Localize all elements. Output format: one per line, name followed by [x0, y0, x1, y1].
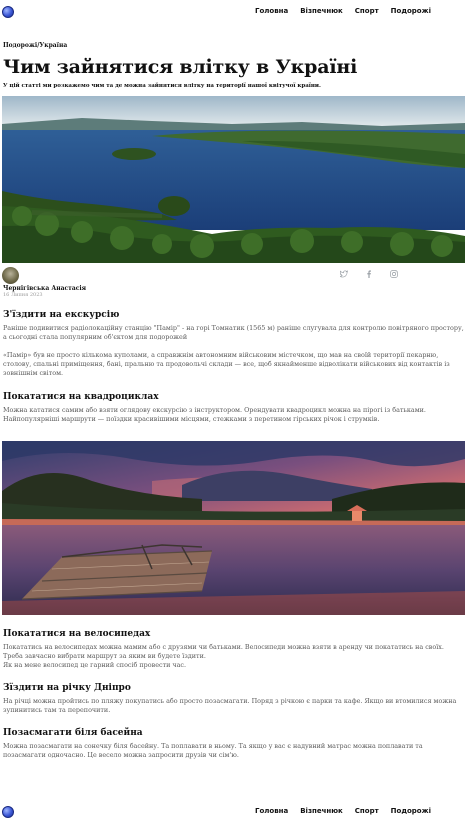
twitter-icon[interactable] [339, 270, 348, 278]
section-paragraph: Можна кататися самим або взяти оглядову … [3, 406, 426, 423]
section-paragraph: Раніше подивитися радіолокаційну станцію… [3, 324, 464, 341]
facebook-icon[interactable] [365, 270, 373, 278]
logo-icon[interactable] [2, 806, 14, 818]
publish-date: 16 Липня 2023 [3, 292, 43, 298]
author-info: Чернігівська Анастасія 16 Липня 2023 [2, 266, 465, 300]
hero-image-lake [2, 96, 465, 263]
section-paragraph: На річці можна пройтись по пляжу покупат… [3, 697, 457, 714]
section-heading-excursion: З'їздити на екскурсію [3, 310, 120, 320]
page-title: Чим зайнятися влітку в Україні [3, 56, 358, 78]
section-paragraph: Як на мене велосипед це гарний спосіб пр… [3, 661, 187, 669]
bottom-navbar: Головна Візпечнюк Спорт Подорожі [0, 801, 469, 820]
nav-link-home[interactable]: Головна [255, 7, 288, 15]
nav-link-sport[interactable]: Спорт [355, 7, 379, 15]
nav-link-home[interactable]: Головна [255, 807, 288, 815]
social-icons [339, 270, 398, 278]
logo-icon[interactable] [2, 6, 14, 18]
section-paragraph: Можна позасмагати на сонечку біля басейн… [3, 742, 423, 759]
avatar [2, 267, 19, 284]
section-paragraph: Покататись на велосипедах можна мамим аб… [3, 643, 444, 660]
nav-links: Головна Візпечнюк Спорт Подорожі [255, 807, 431, 815]
section-paragraph: «Памір» був не просто кількома куполами,… [3, 351, 450, 377]
author-name[interactable]: Чернігівська Анастасія [3, 285, 86, 292]
nav-links: Головна Візпечнюк Спорт Подорожі [255, 7, 431, 15]
image-sunset-lake [2, 441, 465, 615]
nav-link-travel[interactable]: Подорожі [391, 807, 431, 815]
page-subtitle: У цій статті ми розкажемо чим та де можн… [3, 83, 321, 89]
nav-link-travel[interactable]: Подорожі [391, 7, 431, 15]
nav-link-visual[interactable]: Візпечнюк [300, 807, 343, 815]
nav-link-sport[interactable]: Спорт [355, 807, 379, 815]
section-heading-quad: Покататися на квадроциклах [3, 392, 159, 402]
section-heading-dnipro: Зїздити на річку Дніпро [3, 683, 131, 693]
breadcrumb[interactable]: Подорожі/Україна [3, 42, 67, 49]
top-navbar: Головна Візпечнюк Спорт Подорожі [0, 1, 469, 23]
section-heading-pool: Позасмагати біля басейна [3, 728, 143, 738]
section-heading-bikes: Покататися на велосипедах [3, 629, 151, 639]
nav-link-visual[interactable]: Візпечнюк [300, 7, 343, 15]
instagram-icon[interactable] [390, 270, 398, 278]
